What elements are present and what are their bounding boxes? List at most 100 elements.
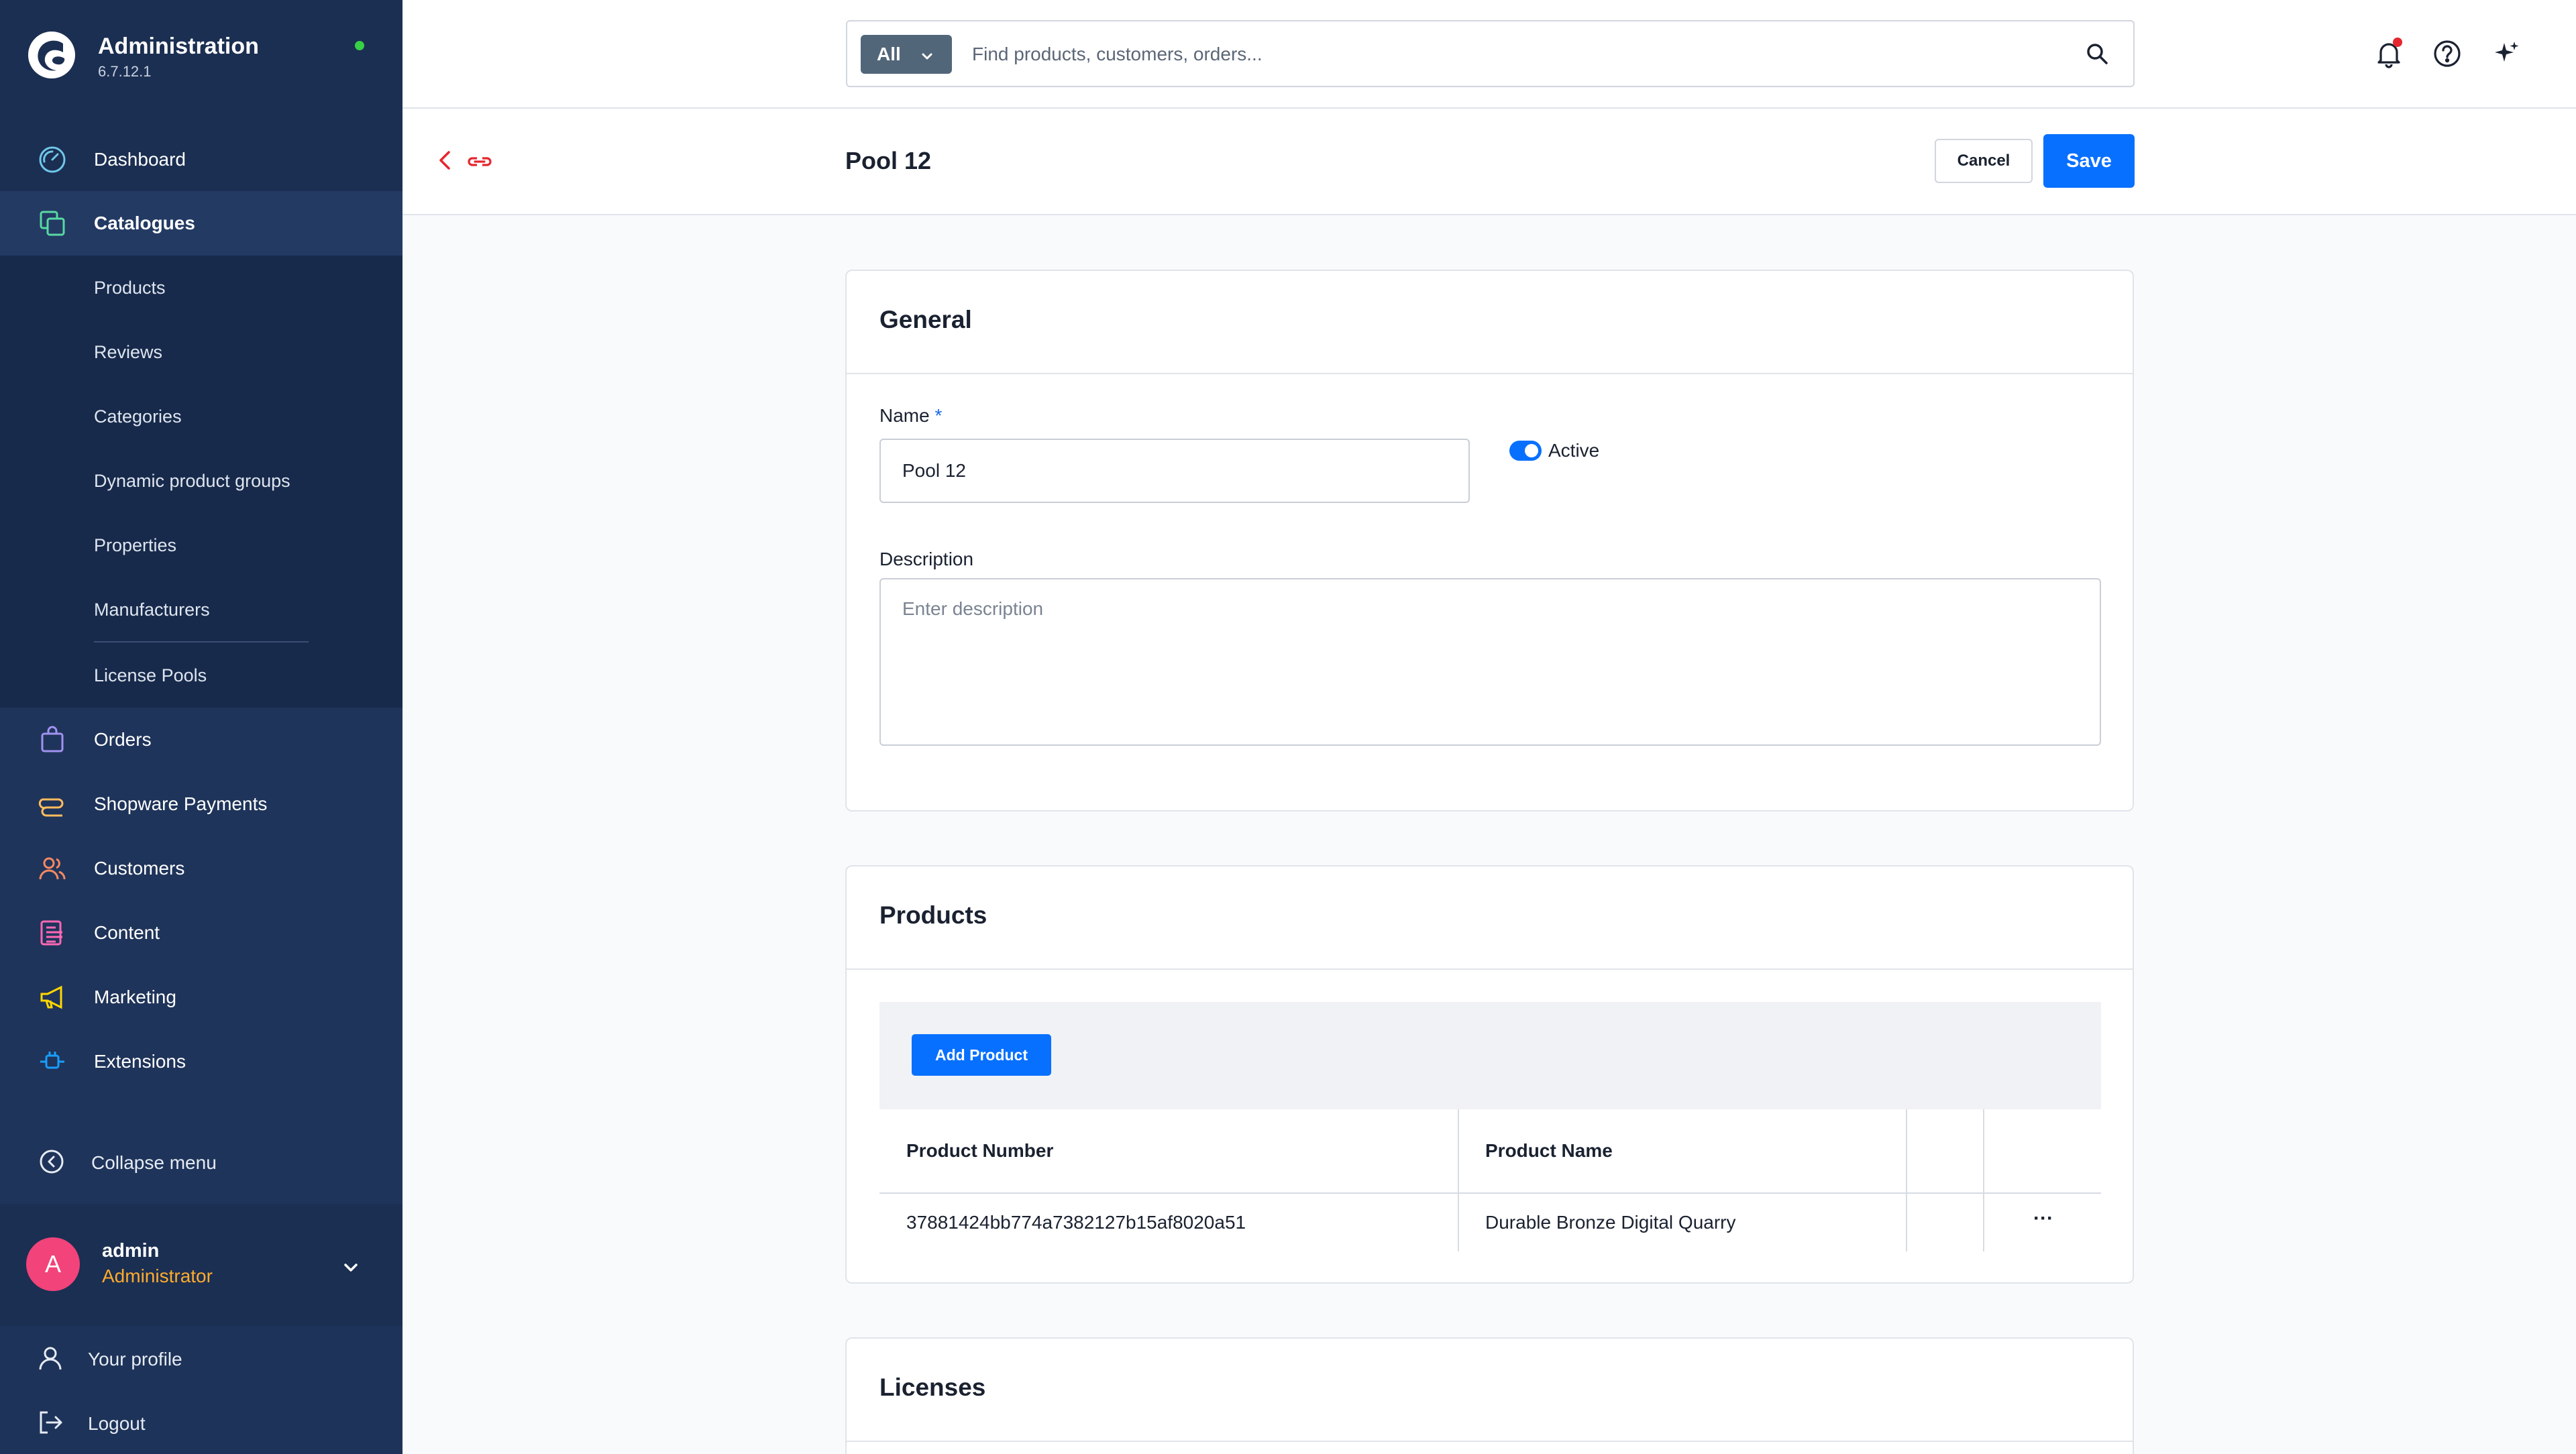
back-chevron-icon[interactable] [432,147,459,177]
sidebar-item-label: Orders [94,729,152,750]
logout-link[interactable]: Logout [0,1392,402,1454]
chevron-down-icon[interactable] [339,1256,362,1282]
column-divider [1458,1194,1459,1251]
general-card-title: General [879,306,972,333]
sidebar-item-label: Marketing [94,987,176,1007]
megaphone-icon [37,982,68,1013]
chevron-down-icon [920,47,934,68]
sidebar-footer: Your profile Logout [0,1326,402,1454]
column-divider [1983,1109,1984,1194]
collapse-menu-button[interactable]: Collapse menu [0,1131,402,1195]
shopware-logo-icon[interactable] [27,30,76,80]
description-field-label: Description [879,549,974,569]
sidebar-item-content[interactable]: Content [0,901,402,965]
notification-badge [2393,38,2402,47]
gauge-icon [37,144,68,175]
plug-icon [37,1046,68,1077]
general-card-header: General [847,271,2133,374]
payments-icon [37,789,68,820]
sidebar-subitem-products[interactable]: Products [0,256,402,320]
sidebar-subitem-license-pools[interactable]: License Pools [0,643,402,708]
sidebar-item-customers[interactable]: Customers [0,836,402,901]
licenses-card-header: Licenses [847,1339,2133,1442]
sidebar-header: Administration 6.7.12.1 [0,0,402,114]
active-toggle[interactable] [1509,441,1542,461]
your-profile-label: Your profile [88,1349,182,1369]
sidebar-item-label: Categories [94,406,182,427]
page-title: Pool 12 [845,147,932,174]
sidebar-subitem-properties[interactable]: Properties [0,513,402,577]
logout-label: Logout [88,1413,146,1434]
add-product-button[interactable]: Add Product [912,1034,1051,1076]
sidebar-item-orders[interactable]: Orders [0,708,402,772]
sidebar-item-label: License Pools [94,665,207,685]
product-name-cell: Durable Bronze Digital Quarry [1485,1212,1736,1233]
sidebar-item-extensions[interactable]: Extensions [0,1029,402,1094]
sidebar-subitem-manufacturers[interactable]: Manufacturers [0,577,402,642]
logout-icon [37,1409,64,1439]
help-icon[interactable] [2431,38,2463,70]
save-button[interactable]: Save [2043,134,2135,188]
product-number-cell: 37881424bb774a7382127b15af8020a51 [906,1212,1246,1233]
collapse-menu-label: Collapse menu [91,1152,217,1173]
search-input[interactable] [972,35,2045,74]
sidebar-item-label: Customers [94,858,185,879]
app-version: 6.7.12.1 [98,63,152,80]
sidebar-item-label: Catalogues [94,213,195,233]
sidebar-item-label: Properties [94,535,177,555]
avatar: A [26,1237,80,1291]
sidebar-item-label: Content [94,922,160,943]
products-grid: Product Number Product Name 37881424bb77… [879,1109,2101,1251]
catalogue-icon [37,208,68,239]
sidebar-item-dashboard[interactable]: Dashboard [0,127,402,192]
sidebar-item-label: Reviews [94,341,163,362]
name-field-label: Name * [879,405,942,427]
sidebar-subitem-categories[interactable]: Categories [0,384,402,449]
link-icon[interactable] [466,150,493,177]
gear-icon [37,1103,68,1110]
products-grid-toolbar: Add Product [879,1002,2101,1109]
user-menu[interactable]: A admin Administrator [0,1205,402,1326]
sidebar-item-label: Shopware Payments [94,793,268,814]
sidebar-item-catalogues[interactable]: Catalogues [0,191,402,256]
products-card: Products Add Product Product Number Prod… [845,865,2134,1284]
products-card-header: Products [847,866,2133,970]
sidebar-lower-menu: Orders Shopware Payments Customers Conte… [0,708,402,1204]
sidebar-item-marketing[interactable]: Marketing [0,965,402,1029]
topbar: All [402,0,2576,109]
status-indicator [355,41,364,50]
active-toggle-label: Active [1548,440,1600,461]
column-header-product-number[interactable]: Product Number [906,1109,1053,1192]
sidebar-subitem-reviews[interactable]: Reviews [0,320,402,384]
table-row[interactable]: 37881424bb774a7382127b15af8020a51 Durabl… [879,1194,2101,1251]
sidebar-item-label: Manufacturers [94,599,210,620]
sidebar-subitem-dynamic-product-groups[interactable]: Dynamic product groups [0,449,402,513]
required-marker: * [934,405,943,426]
search-scope-label: All [877,44,901,64]
description-textarea[interactable] [879,578,2101,746]
column-divider [1906,1194,1907,1251]
sidebar: Administration 6.7.12.1 Dashboard Catalo… [0,0,402,1454]
column-divider [1983,1194,1984,1251]
column-header-product-name[interactable]: Product Name [1485,1109,1613,1192]
sidebar-item-shopware-payments[interactable]: Shopware Payments [0,772,402,836]
column-divider [1458,1109,1459,1194]
submenu-divider [94,641,309,642]
cancel-button[interactable]: Cancel [1935,139,2033,183]
toggle-knob [1525,444,1538,457]
search-icon[interactable] [2085,42,2109,69]
global-search: All [846,20,2135,87]
grid-header-row: Product Number Product Name [879,1109,2101,1194]
search-scope-dropdown[interactable]: All [861,35,952,74]
your-profile-link[interactable]: Your profile [0,1327,402,1392]
user-icon [37,1345,64,1375]
notifications-bell-icon[interactable] [2373,38,2405,70]
app-title: Administration [98,34,259,59]
sidebar-item-settings-partial[interactable] [0,1098,402,1110]
name-label-text: Name [879,405,930,426]
name-input[interactable] [879,439,1470,503]
ai-sparkle-icon[interactable] [2491,38,2523,70]
smart-bar: Pool 12 Cancel Save [402,109,2576,215]
products-card-title: Products [879,901,987,929]
row-actions-ellipsis-icon[interactable]: ··· [2033,1190,2053,1247]
